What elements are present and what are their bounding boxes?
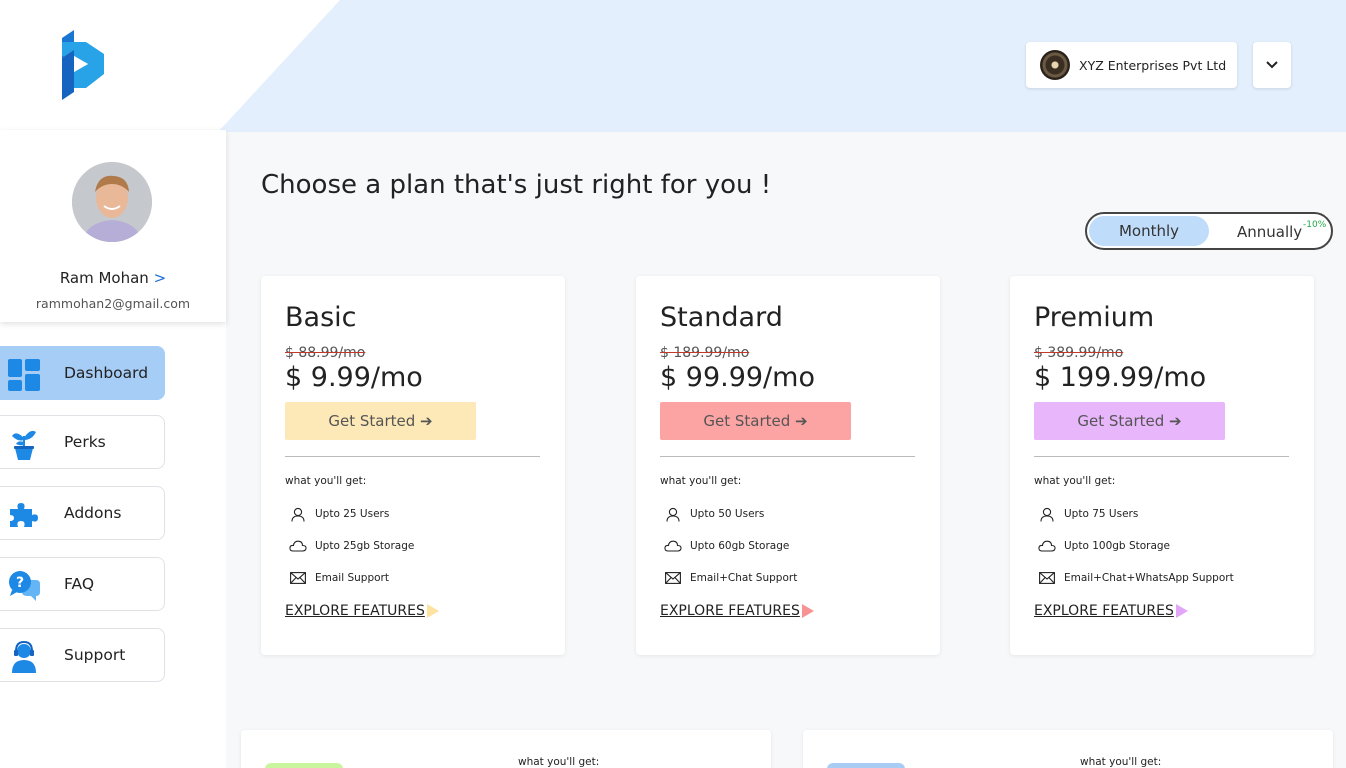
- explore-features-text: EXPLORE FEATURES: [285, 603, 425, 619]
- cloud-icon: [1038, 538, 1056, 554]
- toggle-monthly[interactable]: Monthly: [1089, 216, 1209, 246]
- feature-item: Upto 75 Users: [1038, 506, 1138, 522]
- feature-text: Email Support: [315, 572, 389, 584]
- faq-chat-icon: ?: [9, 571, 40, 601]
- play-arrow-icon: [801, 604, 814, 618]
- feature-text: Upto 75 Users: [1064, 508, 1139, 520]
- mail-icon: [289, 570, 307, 586]
- plan-name: Standard: [660, 302, 783, 333]
- company-dropdown-button[interactable]: [1253, 42, 1291, 88]
- sidebar-item-support[interactable]: Support: [0, 628, 165, 682]
- plan-name: Premium: [1034, 302, 1155, 333]
- billing-toggle[interactable]: Monthly Annually -10%: [1085, 212, 1333, 250]
- feature-item: Upto 50 Users: [664, 506, 764, 522]
- plan-price: $ 99.99/mo: [660, 362, 815, 393]
- plan-old-price: $ 88.99/mo: [285, 345, 366, 361]
- profile-arrow[interactable]: >: [154, 269, 167, 287]
- toggle-annually[interactable]: Annually: [1237, 223, 1302, 241]
- plan-card-basic: Basic $ 88.99/mo $ 9.99/mo Get Started ➔…: [261, 276, 565, 655]
- get-started-button[interactable]: Get Started ➔: [660, 402, 851, 440]
- explore-features-text: EXPLORE FEATURES: [660, 603, 800, 619]
- user-icon: [289, 506, 307, 522]
- feature-item: Upto 25 Users: [289, 506, 389, 522]
- puzzle-icon: [10, 503, 38, 527]
- explore-features-link[interactable]: EXPLORE FEATURES: [285, 603, 439, 619]
- plan-card-standard: Standard $ 189.99/mo $ 99.99/mo Get Star…: [636, 276, 940, 655]
- sidebar-item-perks[interactable]: Perks: [0, 415, 165, 469]
- annual-discount-badge: -10%: [1303, 220, 1327, 230]
- includes-label: what you'll get:: [518, 756, 600, 768]
- feature-item: Upto 100gb Storage: [1038, 538, 1170, 554]
- sidebar-item-label: Perks: [64, 433, 106, 451]
- mail-icon: [664, 570, 682, 586]
- sidebar-item-addons[interactable]: Addons: [0, 486, 165, 540]
- sidebar-item-label: Addons: [64, 504, 122, 522]
- svg-text:?: ?: [16, 575, 24, 591]
- includes-label: what you'll get:: [285, 475, 367, 487]
- addon-tag: [265, 763, 343, 768]
- company-selector[interactable]: XYZ Enterprises Pvt Ltd: [1026, 42, 1237, 88]
- cloud-icon: [664, 538, 682, 554]
- plan-price: $ 9.99/mo: [285, 362, 423, 393]
- company-name: XYZ Enterprises Pvt Ltd: [1079, 57, 1227, 73]
- plan-name: Basic: [285, 302, 357, 333]
- feature-item: Email+Chat+WhatsApp Support: [1038, 570, 1234, 586]
- divider: [1034, 456, 1289, 457]
- plan-old-price: $ 189.99/mo: [660, 345, 750, 361]
- profile-card: Ram Mohan > rammohan2@gmail.com: [0, 130, 226, 322]
- get-started-button[interactable]: Get Started ➔: [1034, 402, 1225, 440]
- user-email: rammohan2@gmail.com: [35, 296, 191, 311]
- mail-icon: [1038, 570, 1056, 586]
- play-arrow-icon: [1175, 604, 1188, 618]
- addon-tag: [827, 763, 905, 768]
- explore-features-link[interactable]: EXPLORE FEATURES: [1034, 603, 1188, 619]
- support-agent-icon: [12, 641, 36, 673]
- sidebar-item-faq[interactable]: ? FAQ: [0, 557, 165, 611]
- includes-label: what you'll get:: [660, 475, 742, 487]
- user-name[interactable]: Ram Mohan >: [0, 269, 226, 287]
- sidebar-item-dashboard[interactable]: Dashboard: [0, 346, 165, 400]
- explore-features-link[interactable]: EXPLORE FEATURES: [660, 603, 814, 619]
- addon-card: what you'll get:: [241, 730, 771, 768]
- feature-item: Email+Chat Support: [664, 570, 797, 586]
- feature-text: Upto 60gb Storage: [690, 540, 790, 552]
- user-icon: [664, 506, 682, 522]
- company-logo: [1040, 50, 1070, 80]
- sidebar-item-label: FAQ: [64, 575, 95, 593]
- plant-icon: [12, 430, 36, 460]
- get-started-button[interactable]: Get Started ➔: [285, 402, 476, 440]
- feature-item: Upto 25gb Storage: [289, 538, 414, 554]
- includes-label: what you'll get:: [1034, 475, 1116, 487]
- plan-card-premium: Premium $ 389.99/mo $ 199.99/mo Get Star…: [1010, 276, 1314, 655]
- feature-text: Upto 50 Users: [690, 508, 765, 520]
- user-name-text: Ram Mohan: [59, 269, 149, 287]
- feature-text: Email+Chat+WhatsApp Support: [1064, 572, 1234, 584]
- feature-text: Email+Chat Support: [690, 572, 798, 584]
- explore-features-text: EXPLORE FEATURES: [1034, 603, 1174, 619]
- chevron-down-icon: [1266, 61, 1278, 69]
- feature-item: Email Support: [289, 570, 389, 586]
- avatar[interactable]: [72, 162, 152, 242]
- divider: [285, 456, 540, 457]
- sidebar-item-label: Support: [64, 646, 126, 664]
- feature-text: Upto 25 Users: [315, 508, 390, 520]
- sidebar-item-label: Dashboard: [64, 364, 149, 382]
- page-title: Choose a plan that's just right for you …: [261, 170, 772, 200]
- play-arrow-icon: [426, 604, 439, 618]
- plan-old-price: $ 389.99/mo: [1034, 345, 1124, 361]
- feature-text: Upto 25gb Storage: [315, 540, 415, 552]
- dashboard-icon: [8, 359, 40, 391]
- plan-price: $ 199.99/mo: [1034, 362, 1207, 393]
- feature-item: Upto 60gb Storage: [664, 538, 789, 554]
- divider: [660, 456, 915, 457]
- cloud-icon: [289, 538, 307, 554]
- addon-card: what you'll get:: [803, 730, 1333, 768]
- brand-p-logo[interactable]: [56, 28, 112, 104]
- includes-label: what you'll get:: [1080, 756, 1162, 768]
- user-icon: [1038, 506, 1056, 522]
- feature-text: Upto 100gb Storage: [1064, 540, 1171, 552]
